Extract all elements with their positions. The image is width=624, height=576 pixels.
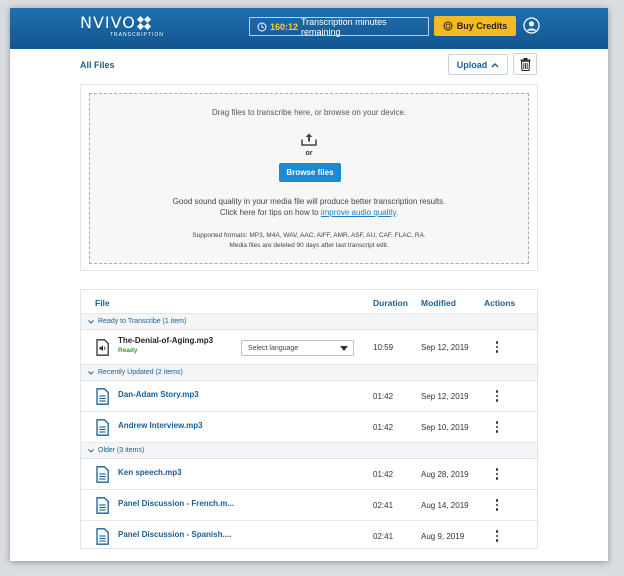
group-header-ready[interactable]: Ready to Transcribe (1 item)	[81, 314, 537, 330]
file-duration: 02:41	[373, 501, 394, 510]
nvivo-logo[interactable]: NVIVO TRANSCRIPTION	[80, 14, 164, 38]
supported-formats: Supported formats: MP3, M4A, WAV, AAC, A…	[192, 232, 426, 239]
chevron-down-icon	[88, 370, 94, 375]
document-icon	[96, 466, 109, 483]
document-icon	[96, 528, 109, 545]
kebab-menu-icon[interactable]	[494, 390, 500, 404]
kebab-menu-icon[interactable]	[494, 530, 500, 544]
language-select-value: Select language	[248, 344, 299, 352]
table-row[interactable]: Panel Discussion - Spanish.... 02:41 Aug…	[81, 521, 537, 552]
table-header: File Duration Modified Actions	[81, 290, 537, 314]
quality-line-2-prefix: Click here for tips on how to	[219, 208, 321, 217]
group-header-older[interactable]: Older (3 items)	[81, 443, 537, 459]
table-row[interactable]: The-Denial-of-Aging.mp3 Ready Select lan…	[81, 330, 537, 365]
quality-line-2: Click here for tips on how to improve au…	[90, 207, 528, 218]
buy-credits-button[interactable]: Buy Credits	[434, 16, 516, 36]
delete-button[interactable]	[513, 53, 537, 75]
logo-text: NVIVO	[80, 13, 136, 32]
upload-icon	[301, 133, 317, 146]
document-icon	[96, 497, 109, 514]
file-name[interactable]: The-Denial-of-Aging.mp3	[118, 336, 213, 345]
file-modified: Sep 10, 2019	[421, 423, 469, 432]
quality-line-2-suffix: .	[395, 208, 399, 217]
app-header: NVIVO TRANSCRIPTION 160:12 Transcription…	[10, 8, 608, 49]
kebab-menu-icon[interactable]	[494, 468, 500, 482]
file-name[interactable]: Ken speech.mp3	[118, 468, 182, 477]
chevron-down-icon	[88, 319, 94, 324]
file-modified: Sep 12, 2019	[421, 343, 469, 352]
file-duration: 01:42	[373, 423, 394, 432]
audio-file-icon	[96, 339, 109, 356]
kebab-menu-icon[interactable]	[494, 341, 500, 355]
file-modified: Sep 12, 2019	[421, 392, 469, 401]
file-duration: 01:42	[373, 392, 394, 401]
browse-files-button[interactable]: Browse files	[279, 163, 341, 182]
kebab-menu-icon[interactable]	[494, 421, 500, 435]
table-row[interactable]: Andrew Interview.mp3 01:42 Sep 10, 2019	[81, 412, 537, 443]
kebab-menu-icon[interactable]	[494, 499, 500, 513]
minutes-label: Transcription minutes remaining	[300, 16, 387, 37]
coin-icon	[443, 21, 453, 31]
upload-card: Drag files to transcribe here, or browse…	[80, 84, 538, 271]
page-title: All Files	[80, 60, 115, 70]
column-header-file[interactable]: File	[95, 298, 110, 308]
retention-note: Media files are deleted 90 days after la…	[229, 242, 389, 249]
audio-quality-note: Good sound quality in your media file wi…	[90, 196, 528, 218]
files-table: File Duration Modified Actions Ready to …	[80, 289, 538, 549]
app-window: NVIVO TRANSCRIPTION 160:12 Transcription…	[10, 8, 608, 561]
user-avatar-icon[interactable]	[523, 17, 540, 34]
upload-button[interactable]: Upload	[448, 54, 508, 75]
logo-dots-icon	[136, 15, 151, 30]
improve-audio-quality-link[interactable]: improve audio quality	[321, 208, 396, 217]
group-label: Older (3 items)	[98, 447, 145, 454]
document-icon	[96, 419, 109, 436]
file-duration: 02:41	[373, 532, 394, 541]
column-header-actions: Actions	[484, 298, 516, 308]
trash-icon	[520, 57, 530, 71]
column-header-duration[interactable]: Duration	[373, 298, 408, 308]
file-name[interactable]: Panel Discussion - Spanish....	[118, 530, 231, 539]
file-name[interactable]: Panel Discussion - French.m...	[118, 499, 234, 508]
file-modified: Aug 28, 2019	[421, 470, 469, 479]
minutes-remaining-badge: 160:12 Transcription minutes remaining	[249, 16, 429, 37]
file-name[interactable]: Andrew Interview.mp3	[118, 421, 203, 430]
table-row[interactable]: Panel Discussion - French.m... 02:41 Aug…	[81, 490, 537, 521]
file-duration: 10:59	[373, 343, 394, 352]
drop-zone[interactable]: Drag files to transcribe here, or browse…	[89, 93, 529, 264]
minutes-value: 160:12	[269, 21, 298, 32]
document-icon	[96, 388, 109, 405]
quality-line-1: Good sound quality in your media file wi…	[172, 197, 446, 206]
file-duration: 01:42	[373, 470, 394, 479]
drop-zone-title: Drag files to transcribe here, or browse…	[211, 108, 407, 117]
supported-formats-note: Supported formats: MP3, M4A, WAV, AAC, A…	[90, 231, 528, 251]
buy-credits-label: Buy Credits	[456, 21, 508, 31]
column-header-modified[interactable]: Modified	[421, 298, 456, 308]
clock-icon	[257, 22, 267, 31]
logo-subtitle: TRANSCRIPTION	[110, 32, 164, 38]
language-select[interactable]: Select language	[241, 340, 354, 356]
file-modified: Aug 14, 2019	[421, 501, 469, 510]
status-badge: Ready	[118, 347, 138, 354]
group-header-recent[interactable]: Recently Updated (2 items)	[81, 365, 537, 381]
drop-zone-or: or	[305, 150, 313, 157]
caret-down-icon	[340, 346, 348, 351]
table-row[interactable]: Dan-Adam Story.mp3 01:42 Sep 12, 2019	[81, 381, 537, 412]
group-label: Ready to Transcribe (1 item)	[98, 318, 187, 325]
chevron-up-icon	[491, 62, 499, 67]
chevron-down-icon	[88, 448, 94, 453]
file-name[interactable]: Dan-Adam Story.mp3	[118, 390, 199, 399]
file-modified: Aug 9, 2019	[421, 532, 465, 541]
table-row[interactable]: Ken speech.mp3 01:42 Aug 28, 2019	[81, 459, 537, 490]
upload-button-label: Upload	[456, 59, 488, 70]
group-label: Recently Updated (2 items)	[98, 369, 183, 376]
